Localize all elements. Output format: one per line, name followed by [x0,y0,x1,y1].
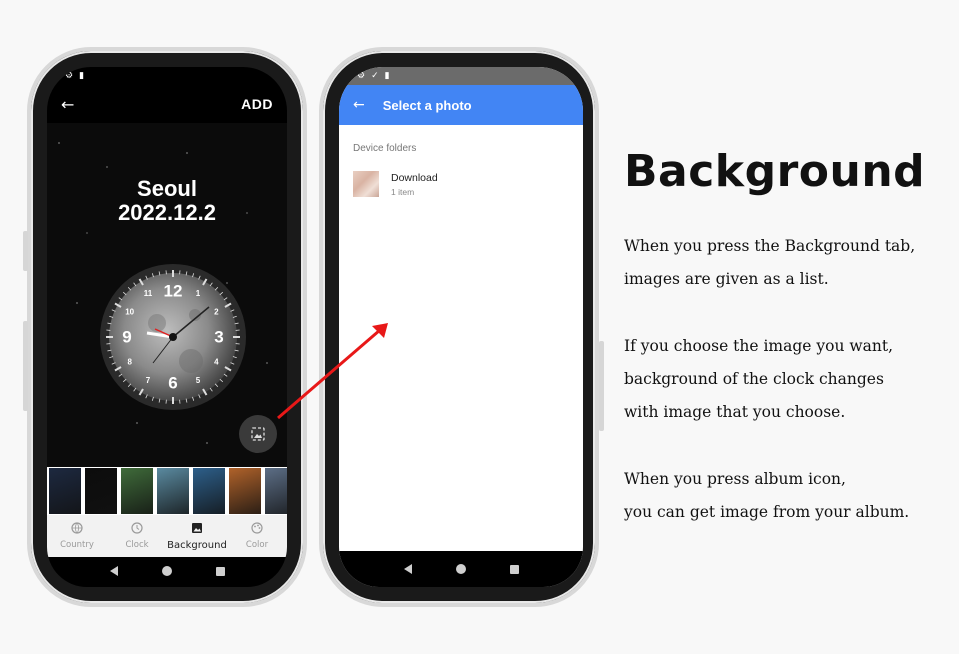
date-label: 2022.12.2 [118,200,216,225]
phone-side-button [599,341,604,431]
palette-icon [251,522,263,537]
tab-country[interactable]: Country [47,515,107,557]
tab-label: Color [245,540,269,550]
section-label: Device folders [353,143,417,154]
tab-clock[interactable]: Clock [107,515,167,557]
bottom-tab-bar: Country Clock Background Color [47,515,287,557]
tab-label: Clock [125,540,149,550]
nav-home-icon[interactable] [161,566,172,576]
clock-numeral: 9 [122,328,131,347]
clock-center [169,333,177,341]
nav-back-icon[interactable] [403,564,412,574]
moon-crater [179,349,203,373]
text-line: with image that you choose. [624,403,846,421]
app-bar: ← ADD [47,85,287,123]
tab-background[interactable]: Background [167,515,227,557]
clock-numeral: 11 [144,289,153,298]
settings-status-icon: ⚙ [65,71,74,81]
settings-status-icon: ⚙ [357,71,366,81]
background-thumbnail[interactable] [193,468,225,514]
city-name: Seoul [137,176,197,201]
download-status-icon: ✓ [371,71,379,81]
text-line: you can get image from your album. [624,503,910,521]
clock-icon [131,522,143,537]
background-thumbnail[interactable] [157,468,189,514]
clock-face: 12 1234567891011 [100,264,246,410]
background-thumbnail[interactable] [85,468,117,514]
status-bar: ⚙ ✓ ▮ [339,67,583,85]
phone1-screen: ⚙ ▮ ← ADD Seoul 2022.12.2 12 1 2 3 4 5 6… [47,67,287,587]
album-icon [251,427,265,441]
background-thumbnail[interactable] [229,468,261,514]
clock-numeral: 7 [146,376,151,385]
system-nav-bar [47,555,287,587]
clock-numeral: 2 [214,308,219,317]
clock-numeral: 4 [214,358,219,367]
city-date-block: Seoul 2022.12.2 [47,177,287,225]
system-nav-bar [339,551,583,587]
tab-label: Country [60,540,94,550]
tab-label: Background [167,539,227,551]
background-thumbnail[interactable] [49,468,81,514]
back-arrow-icon[interactable]: ← [61,95,74,114]
nav-back-icon[interactable] [109,566,118,576]
stage: ⚙ ▮ ← ADD Seoul 2022.12.2 12 1 2 3 4 5 6… [0,0,959,654]
nav-home-icon[interactable] [455,564,466,574]
status-bar: ⚙ ▮ [47,67,287,85]
paragraph-2: If you choose the image you want, backgr… [624,330,893,429]
text-line: background of the clock changes [624,370,884,388]
phone-side-button [23,231,28,271]
folder-name: Download [391,171,438,184]
background-thumbnail-list[interactable] [47,467,287,515]
clock-numeral: 10 [125,308,134,317]
clock-numeral: 1 [196,289,201,298]
tab-color[interactable]: Color [227,515,287,557]
paragraph-1: When you press the Background tab, image… [624,230,915,296]
add-button[interactable]: ADD [241,96,273,112]
phone-photo-picker: ⚙ ✓ ▮ ← Select a photo Device folders Do… [319,47,604,607]
background-thumbnail[interactable] [121,468,153,514]
folder-count: 1 item [391,186,415,197]
back-arrow-icon[interactable]: ← [353,97,365,113]
background-thumbnail[interactable] [265,468,287,514]
paragraph-3: When you press album icon, you can get i… [624,463,909,529]
text-line: When you press the Background tab, [624,237,916,255]
text-line: If you choose the image you want, [624,337,894,355]
picker-app-bar: ← Select a photo [339,85,583,125]
picker-title: Select a photo [382,97,472,113]
panel-heading: Background [624,146,926,197]
clock-numeral: 3 [214,328,223,347]
clock-numeral: 6 [168,374,177,393]
clock-numeral: 5 [196,376,201,385]
globe-icon [71,522,83,537]
folder-item-download[interactable]: Download 1 item [353,171,438,197]
clock-numeral: 8 [127,358,132,367]
image-icon [191,522,203,537]
nav-recents-icon[interactable] [215,566,225,576]
folder-thumbnail [353,171,379,197]
sd-card-status-icon: ▮ [384,71,390,81]
sd-card-status-icon: ▮ [79,71,85,81]
phone-background-tab: ⚙ ▮ ← ADD Seoul 2022.12.2 12 1 2 3 4 5 6… [23,47,307,607]
phone-side-button [23,321,28,411]
phone2-screen: ⚙ ✓ ▮ ← Select a photo Device folders Do… [339,67,583,587]
nav-recents-icon[interactable] [509,564,519,574]
album-button[interactable] [239,415,277,453]
clock-numeral: 12 [164,282,183,301]
text-line: When you press album icon, [624,470,846,488]
text-line: images are given as a list. [624,270,829,288]
